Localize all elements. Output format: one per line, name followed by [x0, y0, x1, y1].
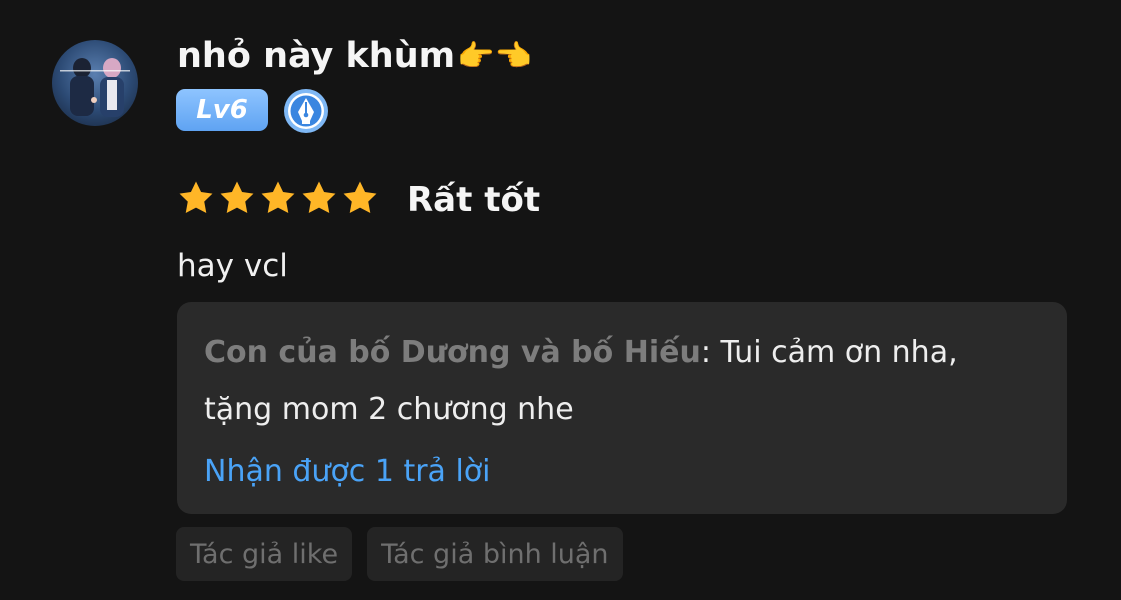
star-icon	[261, 181, 295, 214]
pen-nib-icon	[283, 88, 329, 134]
author-comment-label: Tác giả bình luận	[381, 538, 609, 570]
level-badge-label: Lv6	[196, 95, 248, 125]
reply-author[interactable]: Con của bố Dương và bố Hiếu	[204, 335, 701, 370]
level-badge: Lv6	[176, 89, 268, 131]
user-avatar[interactable]	[52, 40, 138, 126]
reply-separator: :	[700, 335, 721, 370]
avatar-photo-icon	[52, 40, 138, 126]
star-icon	[343, 181, 377, 214]
author-like-label: Tác giả like	[190, 538, 339, 570]
pointing-hands-emoji: 👉👈	[457, 39, 532, 74]
author-comment-chip: Tác giả bình luận	[367, 527, 623, 581]
review-comment: hay vcl	[177, 248, 288, 284]
username[interactable]: nhỏ này khùm👉👈	[177, 34, 532, 79]
author-like-chip: Tác giả like	[176, 527, 353, 581]
star-icon	[220, 181, 254, 214]
star-rating	[177, 179, 379, 217]
reply-text: Con của bố Dương và bố Hiếu: Tui cảm ơn …	[204, 324, 1034, 438]
review-card: nhỏ này khùm👉👈 Lv6 Rất tốt hay vcl Con c…	[0, 0, 1121, 600]
star-icon	[179, 181, 213, 214]
author-reply-box[interactable]: Con của bố Dương và bố Hiếu: Tui cảm ơn …	[177, 302, 1067, 514]
view-replies-link[interactable]: Nhận được 1 trả lời	[204, 450, 491, 494]
username-text: nhỏ này khùm	[177, 36, 456, 76]
rating-label: Rất tốt	[407, 180, 541, 220]
author-tags: Tác giả like Tác giả bình luận	[176, 527, 623, 581]
star-icon	[302, 181, 336, 214]
